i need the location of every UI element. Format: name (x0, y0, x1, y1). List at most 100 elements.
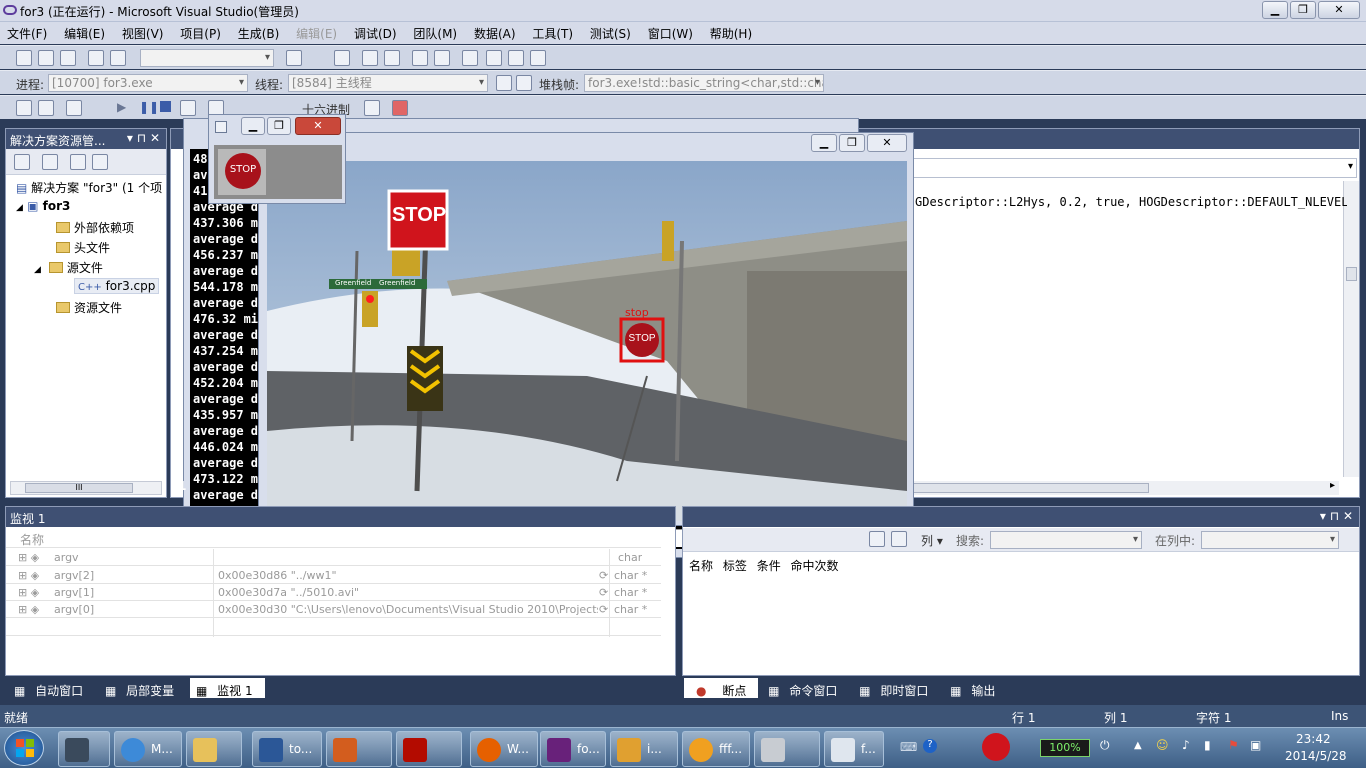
outdent-icon[interactable] (60, 50, 76, 66)
tab-breakpoints[interactable]: ● 断点 (684, 678, 759, 698)
task-firefox[interactable]: W... (470, 731, 538, 767)
menu-tools[interactable]: 工具(T) (525, 22, 579, 42)
tab-watch-1[interactable]: ▦ 监视 1 (190, 678, 265, 698)
close-button[interactable]: ✕ (1318, 1, 1360, 19)
horizontal-scrollbar[interactable]: III (10, 481, 162, 495)
step-icon[interactable] (362, 50, 378, 66)
refresh-icon[interactable] (70, 154, 86, 170)
properties-icon[interactable] (14, 154, 30, 170)
refresh-icon[interactable]: ⟳ (599, 603, 608, 616)
task-matlab[interactable] (326, 731, 392, 767)
code-line[interactable]: GDescriptor::L2Hys, 0.2, true, HOGDescri… (915, 195, 1347, 209)
tree-solution[interactable]: ▤ 解决方案 "for3" (1 个项 (16, 179, 162, 196)
task-explorer[interactable] (186, 731, 242, 767)
menu-window[interactable]: 窗口(W) (641, 22, 699, 42)
close-panel-icon[interactable]: ▾ ⊓ ✕ (1320, 509, 1353, 523)
table-row[interactable]: ⊞ ◈ argv[0] 0x00e30d30 "C:\Users\lenovo\Do… (6, 601, 661, 618)
menu-debug[interactable]: 调试(D) (347, 22, 403, 42)
menu-file[interactable]: 文件(F) (0, 22, 53, 42)
app-tray-icon[interactable] (982, 733, 1010, 761)
member-dropdown[interactable]: ▾ (911, 158, 1357, 178)
breakpoint-window-icon[interactable] (392, 100, 408, 116)
volume-icon[interactable]: ♪ (1182, 738, 1190, 752)
task-camera[interactable] (754, 731, 820, 767)
scrollbar-thumb[interactable] (1346, 267, 1357, 281)
extension-manager-icon[interactable] (530, 50, 546, 66)
tree-project[interactable]: ◢ ▣ for3 (16, 199, 70, 213)
table-row[interactable]: ⊞ ◈ argv[1] 0x00e30d7a "../5010.avi" ⟳ char … (6, 584, 661, 601)
layout-icon[interactable] (16, 100, 32, 116)
keyboard-icon[interactable]: ⌨ (900, 740, 917, 754)
task-acrobat[interactable] (396, 731, 462, 767)
tree-for3-cpp[interactable]: C++ for3.cpp (74, 278, 160, 294)
tab-autos[interactable]: ▦ 自动窗口 (8, 678, 95, 698)
break-all-icon[interactable]: ❚❚ (139, 100, 159, 114)
delete-breakpoint-icon[interactable] (891, 531, 907, 547)
help-icon[interactable]: ? (923, 739, 937, 753)
menu-edit[interactable]: 编辑(E) (57, 22, 111, 42)
tree-header-files[interactable]: 头文件 (56, 239, 110, 256)
battery-indicator[interactable]: 100% (1040, 739, 1090, 757)
watch-icon[interactable] (364, 100, 380, 116)
expand-arrow-icon[interactable]: ◢ (34, 265, 41, 275)
thumb-close-button[interactable]: ✕ (295, 117, 341, 135)
clock-time[interactable]: 23:42 (1296, 732, 1331, 746)
table-row[interactable]: ⊞ ◈ argv[2] 0x00e30d86 "../ww1" ⟳ char * (6, 567, 661, 584)
task-internet-explorer[interactable]: M... (114, 731, 182, 767)
process-combo[interactable]: [10700] for3.exe (48, 74, 248, 92)
flag-icon[interactable] (496, 75, 512, 91)
task-image-viewer[interactable]: i... (610, 731, 678, 767)
new-breakpoint-icon[interactable] (869, 531, 885, 547)
menu-edit-2[interactable]: 编辑(E) (289, 22, 343, 42)
menu-view[interactable]: 视图(V) (115, 22, 170, 42)
task-visual-studio[interactable]: fo... (540, 731, 606, 767)
menu-data[interactable]: 数据(A) (467, 22, 522, 42)
stop-debugging-icon[interactable] (160, 101, 171, 112)
refresh-icon[interactable]: ⟳ (599, 586, 608, 599)
col-label[interactable]: 标签 (723, 559, 747, 573)
tree-external-deps[interactable]: 外部依赖项 (56, 219, 134, 236)
thread-combo[interactable]: [8584] 主线程 (288, 74, 488, 92)
col-condition[interactable]: 条件 (757, 559, 781, 573)
tab-locals[interactable]: ▦ 局部变量 (99, 678, 186, 698)
in-column-combo[interactable] (1201, 531, 1339, 549)
table-row[interactable]: ⊞ ◈ argv char (6, 549, 661, 566)
maximize-button[interactable]: ❐ (1290, 1, 1316, 19)
indent-icon[interactable] (38, 50, 54, 66)
team-explorer-icon[interactable] (486, 50, 502, 66)
start-button[interactable] (4, 730, 44, 766)
empty-watch-row[interactable] (6, 619, 661, 636)
video-maximize-button[interactable]: ❐ (839, 134, 865, 152)
menu-build[interactable]: 生成(B) (231, 22, 286, 42)
show-hidden-icons[interactable]: ▲ (1134, 740, 1142, 751)
video-minimize-button[interactable]: ▁ (811, 134, 837, 152)
task-launcher[interactable] (58, 731, 110, 767)
device-icon[interactable]: ▣ (1250, 738, 1261, 752)
close-panel-icon[interactable]: ▾ ⊓ ✕ (127, 131, 160, 145)
minimize-button[interactable]: ▁ (1262, 1, 1288, 19)
new-file-icon[interactable] (16, 50, 32, 66)
solution-config-combo[interactable] (140, 49, 274, 67)
flag-filter-icon[interactable] (516, 75, 532, 91)
toolbox-icon[interactable] (462, 50, 478, 66)
task-qq[interactable]: fff... (682, 731, 750, 767)
expand-arrow-icon[interactable]: ◢ (16, 203, 23, 213)
network-icon[interactable]: ▮ (1204, 738, 1211, 752)
task-word[interactable]: to... (252, 731, 322, 767)
show-all-files-icon[interactable] (42, 154, 58, 170)
clock-date[interactable]: 2014/5/28 (1285, 749, 1347, 763)
menu-project[interactable]: 项目(P) (173, 22, 227, 42)
thumb-minimize-button[interactable]: ▁ (241, 117, 265, 135)
step-out-icon[interactable] (384, 50, 400, 66)
power-plug-icon[interactable]: ⏻ (1100, 738, 1110, 753)
menu-team[interactable]: 团队(M) (406, 22, 463, 42)
editor-vertical-scrollbar[interactable] (1343, 181, 1359, 477)
properties-icon[interactable] (412, 50, 428, 66)
qq-tray-icon[interactable]: ☺ (1156, 738, 1169, 752)
tab-command-window[interactable]: ▦ 命令窗口 (762, 678, 849, 698)
scrollbar-thumb[interactable] (911, 483, 1149, 493)
tree-resource-files[interactable]: 资源文件 (56, 299, 122, 316)
editor-horizontal-scrollbar[interactable]: ▸ (911, 480, 1339, 495)
cut-icon[interactable] (66, 100, 82, 116)
scrollbar-thumb[interactable]: III (25, 483, 133, 493)
